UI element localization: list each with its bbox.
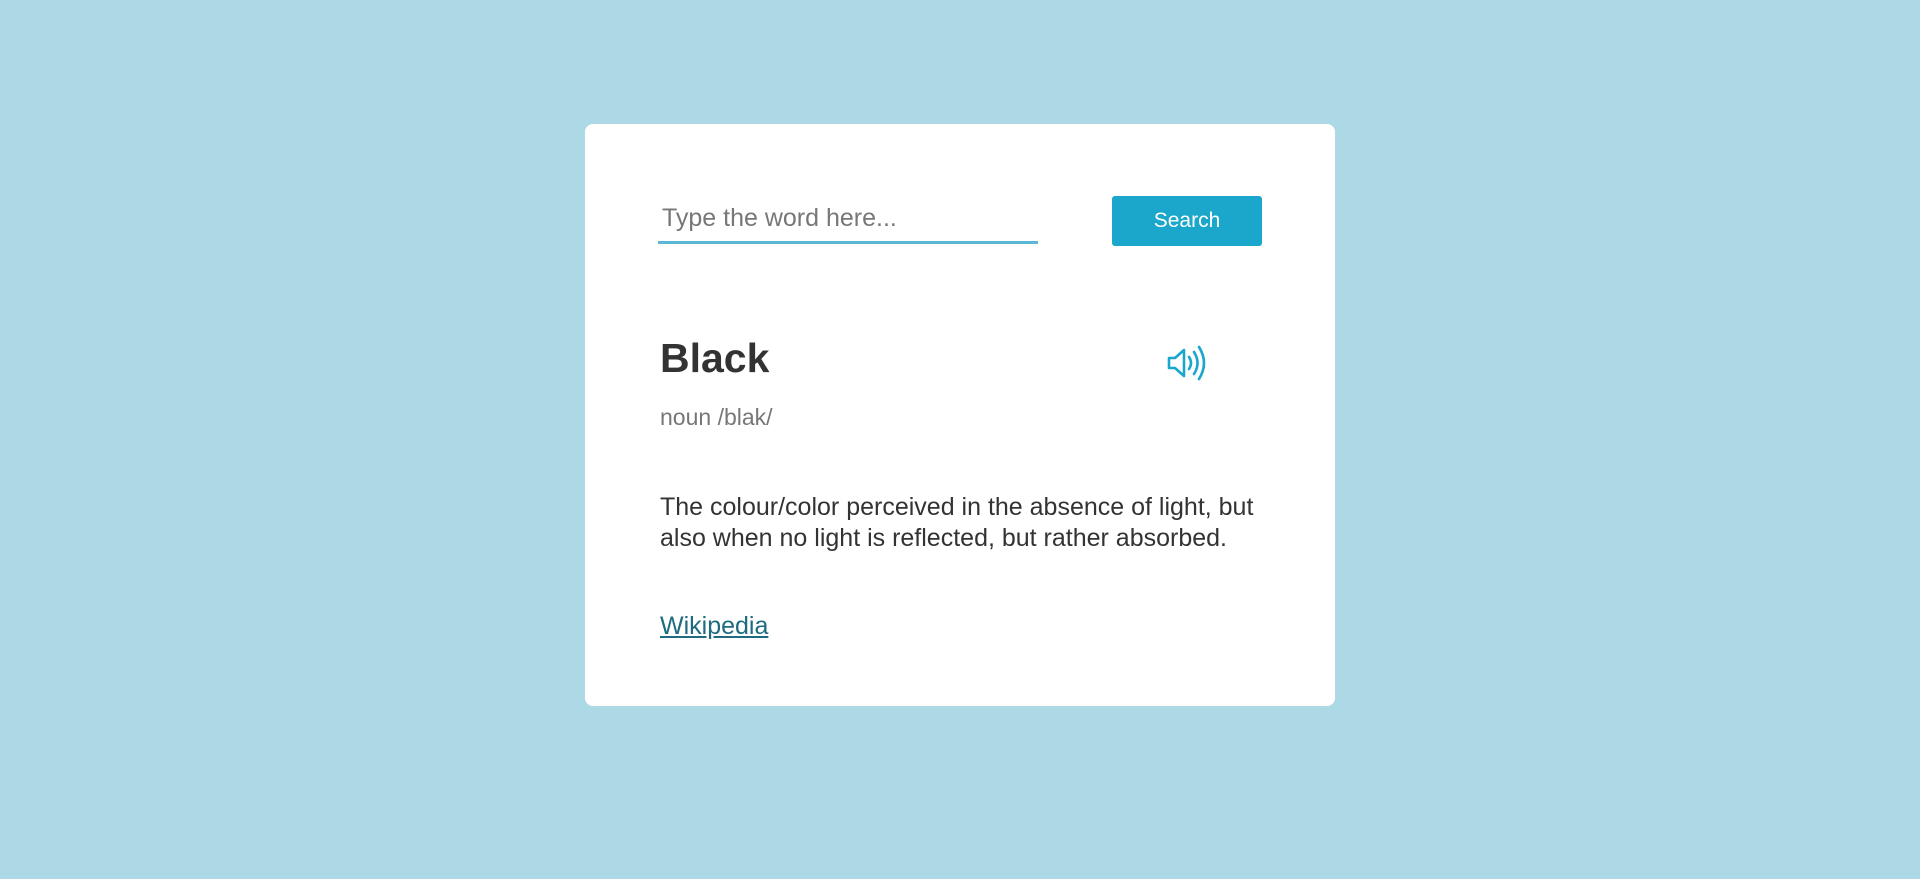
- source-link[interactable]: Wikipedia: [660, 612, 768, 641]
- phonetic: /blak/: [717, 404, 773, 430]
- part-of-speech: noun: [660, 404, 712, 430]
- search-input[interactable]: [658, 196, 1038, 244]
- search-row: Search: [658, 196, 1262, 248]
- word-title: Black: [660, 335, 770, 381]
- word-meta: noun /blak/: [660, 404, 773, 431]
- search-button[interactable]: Search: [1112, 196, 1262, 246]
- definition-text: The colour/color perceived in the absenc…: [660, 493, 1254, 552]
- speaker-volume-icon[interactable]: [1165, 344, 1209, 382]
- dictionary-card: Search Black noun /blak/ The colour/colo…: [585, 124, 1335, 706]
